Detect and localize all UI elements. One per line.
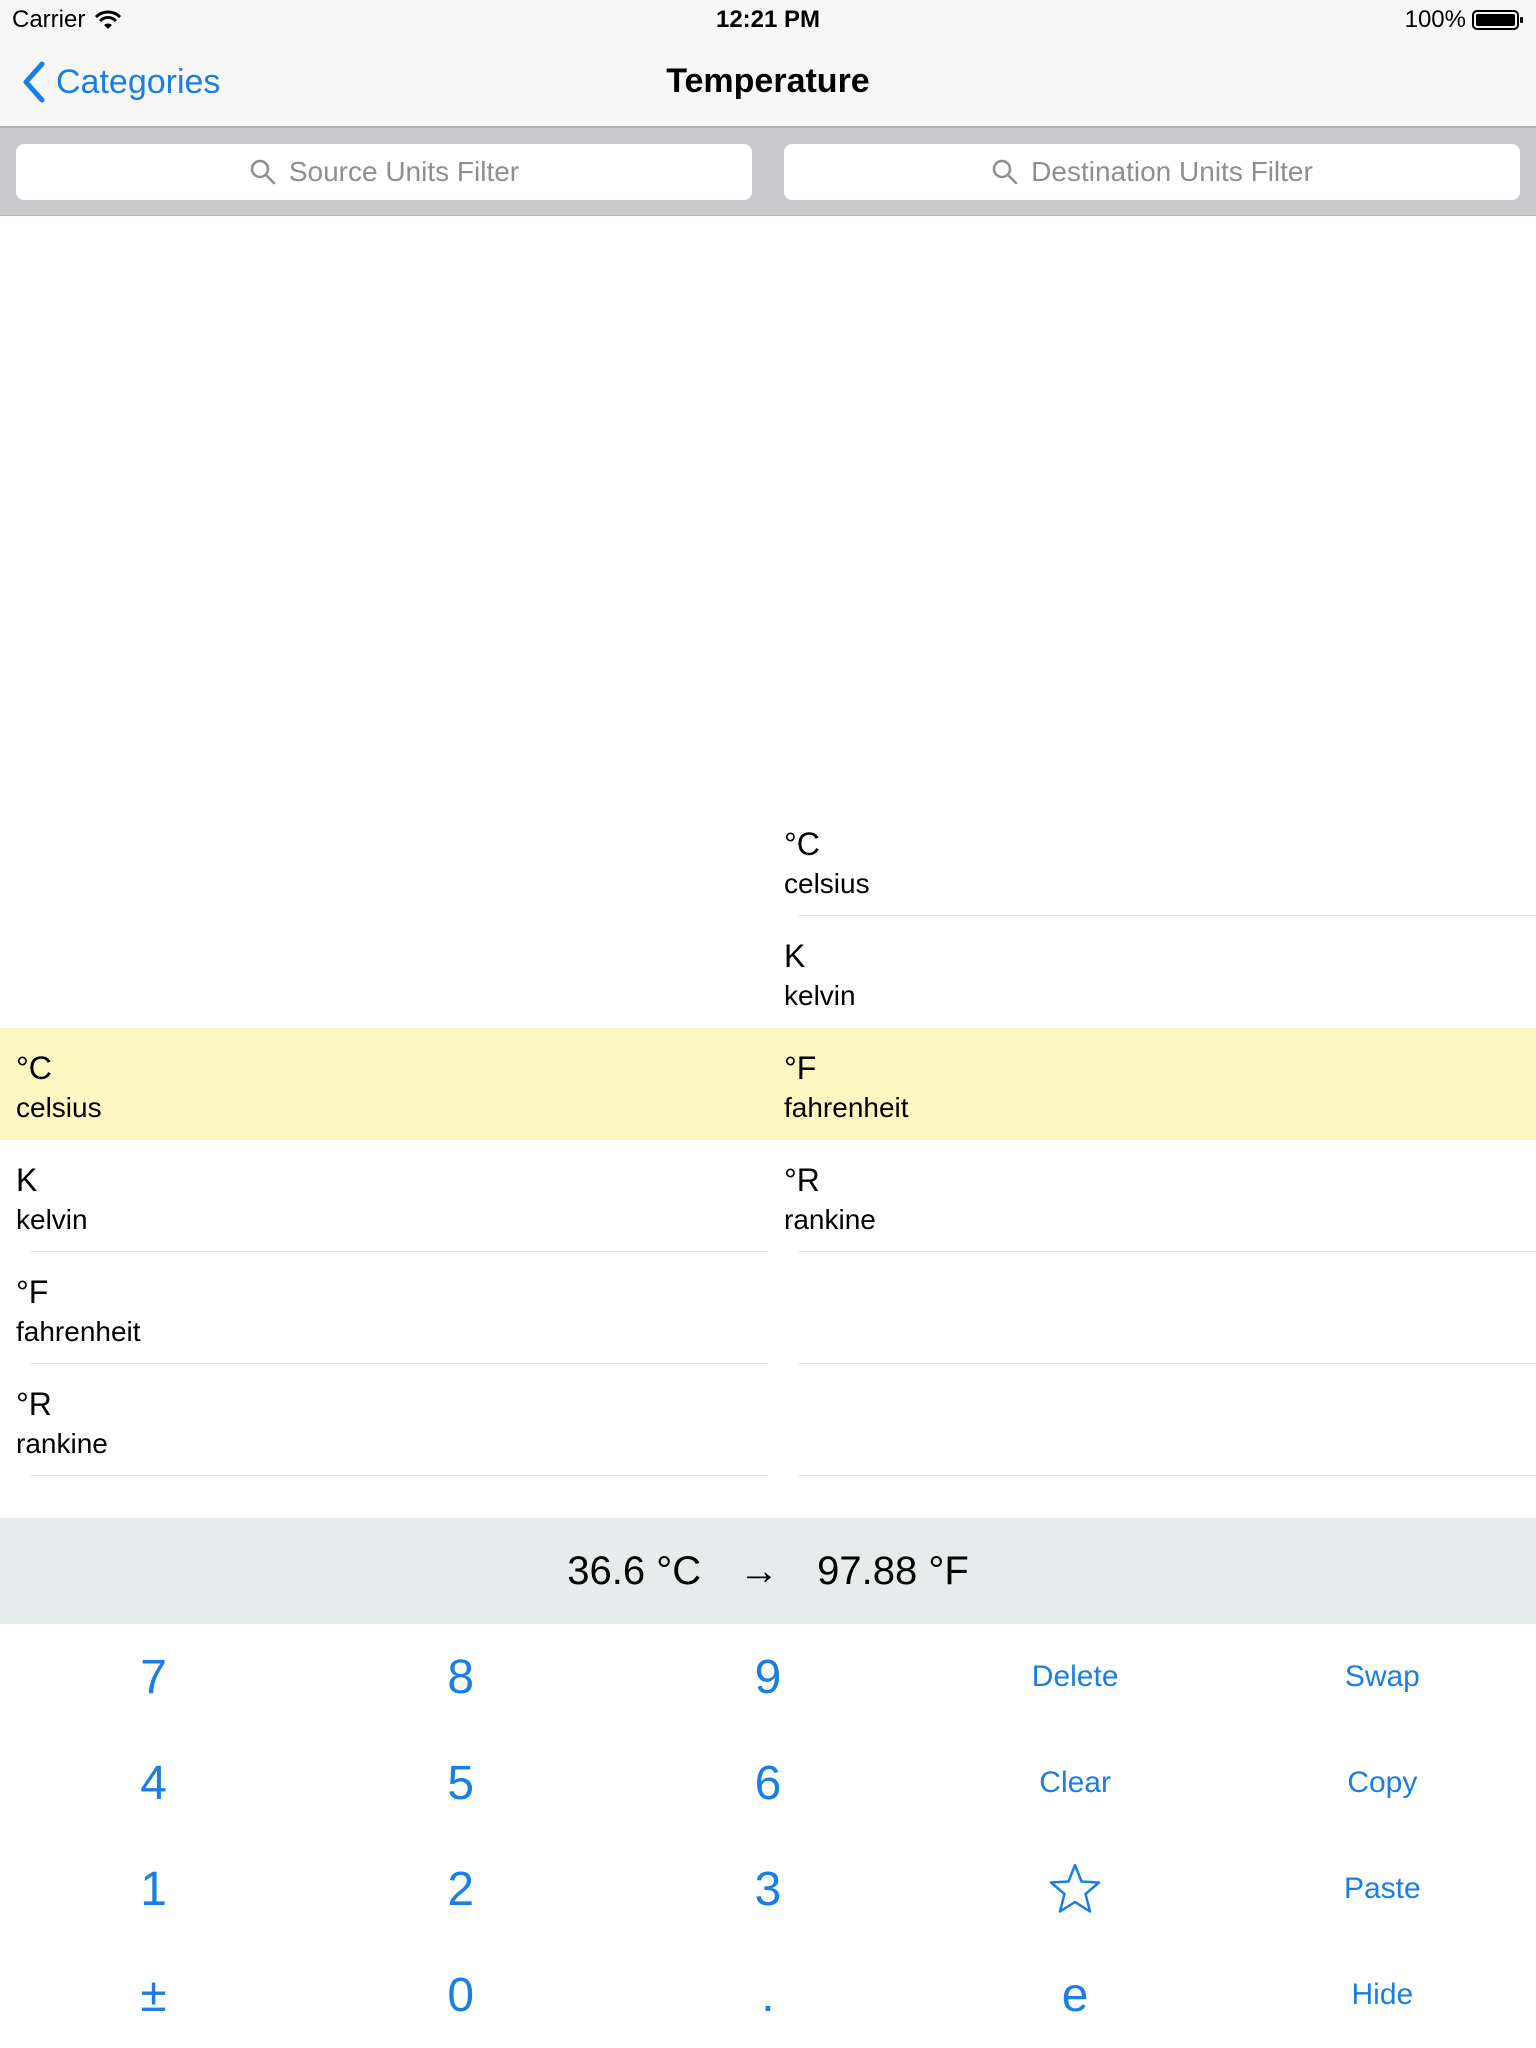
key-1[interactable]: 1 bbox=[0, 1836, 307, 1942]
navigation-bar: Categories Temperature bbox=[0, 40, 1536, 128]
unit-name: kelvin bbox=[784, 980, 856, 1011]
decimal-point-button[interactable]: . bbox=[614, 1942, 921, 2048]
source-unit-rankine[interactable]: °R rankine bbox=[0, 1364, 768, 1476]
battery-percent: 100% bbox=[1404, 6, 1466, 33]
unit-symbol: °F bbox=[16, 1274, 49, 1310]
unit-name: kelvin bbox=[16, 1204, 88, 1235]
unit-symbol: °C bbox=[16, 1050, 52, 1086]
destination-units-filter[interactable]: Destination Units Filter bbox=[784, 144, 1520, 200]
swap-button[interactable]: Swap bbox=[1229, 1624, 1536, 1730]
key-3[interactable]: 3 bbox=[614, 1836, 921, 1942]
unit-name: celsius bbox=[16, 1092, 102, 1123]
key-5[interactable]: 5 bbox=[307, 1730, 614, 1836]
key-7[interactable]: 7 bbox=[0, 1624, 307, 1730]
row-separator bbox=[30, 1475, 768, 1476]
units-picker: °C celsius K kelvin °F fahrenheit °R ran… bbox=[0, 216, 1536, 1518]
page-title: Temperature bbox=[666, 62, 870, 100]
unit-symbol: °R bbox=[784, 1162, 820, 1198]
source-unit-kelvin[interactable]: K kelvin bbox=[0, 1140, 768, 1252]
unit-name: celsius bbox=[784, 868, 870, 899]
key-8[interactable]: 8 bbox=[307, 1624, 614, 1730]
row-separator bbox=[798, 1475, 1536, 1476]
unit-name: rankine bbox=[16, 1428, 108, 1459]
unit-name: rankine bbox=[784, 1204, 876, 1235]
clear-button[interactable]: Clear bbox=[922, 1730, 1229, 1836]
destination-value: 97.88 °F bbox=[817, 1548, 969, 1593]
destination-filter-placeholder: Destination Units Filter bbox=[1031, 156, 1313, 187]
source-filter-placeholder: Source Units Filter bbox=[288, 156, 520, 187]
unit-symbol: K bbox=[16, 1162, 38, 1198]
destination-units-list[interactable]: °C celsius K kelvin °F fahrenheit °R ran… bbox=[768, 216, 1536, 1518]
key-2[interactable]: 2 bbox=[307, 1836, 614, 1942]
source-unit-celsius[interactable]: °C celsius bbox=[0, 1028, 768, 1140]
plus-minus-button[interactable]: ± bbox=[0, 1942, 307, 2048]
source-units-filter[interactable]: Source Units Filter bbox=[16, 144, 752, 200]
hide-button[interactable]: Hide bbox=[1229, 1942, 1536, 2048]
filter-bar: Source Units Filter Destination Units Fi… bbox=[0, 128, 1536, 216]
unit-name: fahrenheit bbox=[16, 1316, 141, 1347]
key-6[interactable]: 6 bbox=[614, 1730, 921, 1836]
arrow-icon: → bbox=[739, 1548, 780, 1593]
source-value: 36.6 °C bbox=[567, 1548, 702, 1593]
delete-button[interactable]: Delete bbox=[922, 1624, 1229, 1730]
status-bar: Carrier 12:21 PM 100% bbox=[0, 0, 1536, 40]
destination-unit-kelvin[interactable]: K kelvin bbox=[768, 916, 1536, 1028]
key-0[interactable]: 0 bbox=[307, 1942, 614, 2048]
source-units-list[interactable]: °C celsius K kelvin °F fahrenheit °R ran… bbox=[0, 216, 768, 1518]
unit-symbol: °C bbox=[784, 826, 820, 862]
unit-symbol: °R bbox=[16, 1386, 52, 1422]
copy-button[interactable]: Copy bbox=[1229, 1730, 1536, 1836]
destination-unit-fahrenheit[interactable]: °F fahrenheit bbox=[768, 1028, 1536, 1140]
source-unit-fahrenheit[interactable]: °F fahrenheit bbox=[0, 1252, 768, 1364]
search-icon bbox=[250, 159, 276, 185]
unit-symbol: K bbox=[784, 938, 806, 974]
destination-empty-row bbox=[768, 1252, 1536, 1364]
destination-unit-celsius[interactable]: °C celsius bbox=[768, 804, 1536, 916]
star-icon bbox=[1049, 1863, 1101, 1913]
search-icon bbox=[992, 159, 1018, 185]
key-4[interactable]: 4 bbox=[0, 1730, 307, 1836]
key-9[interactable]: 9 bbox=[614, 1624, 921, 1730]
favorite-button[interactable] bbox=[922, 1836, 1229, 1942]
status-time: 12:21 PM bbox=[715, 6, 821, 33]
status-right: 100% bbox=[1405, 6, 1524, 34]
unit-name: fahrenheit bbox=[784, 1092, 909, 1123]
destination-unit-rankine[interactable]: °R rankine bbox=[768, 1140, 1536, 1252]
destination-empty-row bbox=[768, 1364, 1536, 1476]
keypad: 7 8 9 Delete Swap 4 5 6 Clear Copy 1 2 3… bbox=[0, 1624, 1536, 2048]
unit-symbol: °F bbox=[784, 1050, 817, 1086]
battery-icon bbox=[1472, 10, 1523, 30]
paste-button[interactable]: Paste bbox=[1229, 1836, 1536, 1942]
exponent-button[interactable]: e bbox=[922, 1942, 1229, 2048]
conversion-result: 36.6 °C → 97.88 °F bbox=[0, 1518, 1536, 1624]
